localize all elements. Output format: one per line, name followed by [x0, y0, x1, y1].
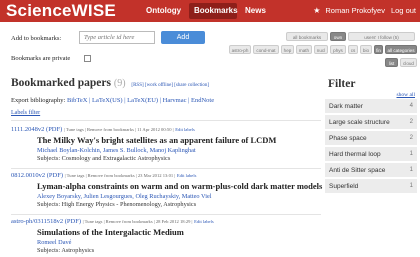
paper-authors[interactable]: Michael Boylan-Kolchin, James S. Bullock…	[37, 147, 321, 154]
private-checkbox[interactable]	[84, 55, 91, 62]
pill-bio[interactable]: bio	[360, 45, 372, 54]
bookmarked-papers-title: Bookmarked papers	[11, 77, 111, 89]
pill-cond-mat[interactable]: cond-mat	[253, 45, 279, 54]
article-id-input[interactable]	[79, 31, 155, 44]
add-button[interactable]: Add	[161, 31, 205, 44]
add-to-bookmarks-label: Add to bookmarks:	[11, 35, 62, 42]
export-row: Export bibliography: BibTeX | LaTeX(US) …	[11, 97, 214, 104]
divider	[11, 168, 321, 169]
private-label: Bookmarks are private	[11, 55, 71, 62]
paper-meta: 0812.0010v2 (PDF) | Tune tags | Remove f…	[11, 172, 321, 179]
brand-logo[interactable]: ScienceWISE	[6, 1, 116, 21]
paper-title: The Milky Way's bright satellites as an …	[37, 135, 277, 145]
filter-item-label: Anti de Sitter space	[329, 167, 386, 174]
paper-actions[interactable]: | Tune tags | Remove from bookmarks | 28…	[83, 219, 193, 224]
user-menu: ★ Roman Prokofyev Log out	[313, 6, 416, 15]
nav-ontology[interactable]: Ontology	[146, 6, 181, 15]
filter-item-hard-thermal-loop[interactable]: Hard thermal loop 1	[325, 147, 417, 162]
paper-entry: astro-ph/0311518v2 (PDF) | Tune tags | R…	[11, 218, 321, 254]
show-all-link[interactable]: show all	[397, 92, 416, 98]
paper-entry: 0812.0010v2 (PDF) | Tune tags | Remove f…	[11, 172, 323, 208]
paper-meta: 1111.2048v2 (PDF) | Tune tags | Remove f…	[11, 126, 321, 133]
paper-authors[interactable]: Alexey Boyarsky, Julien Lesgourgues, Ole…	[37, 193, 321, 200]
pdf-link[interactable]: (PDF)	[46, 126, 62, 133]
paper-subjects: Subjects: Astrophysics	[37, 247, 95, 254]
pill-phys[interactable]: phys	[330, 45, 346, 54]
filter-item-label: Dark matter	[329, 103, 363, 110]
pdf-link[interactable]: (PDF)	[47, 172, 63, 179]
paper-title: Lyman-alpha constraints on warm and on w…	[37, 181, 323, 191]
paper-id-link[interactable]: 1111.2048v2	[11, 126, 44, 133]
paper-id-link[interactable]: 0812.0010v2	[11, 172, 45, 179]
paper-id-link[interactable]: astro-ph/0311518v2	[11, 218, 63, 225]
pdf-link[interactable]: (PDF)	[65, 218, 81, 225]
nav-bookmarks[interactable]: Bookmarks	[194, 6, 238, 15]
pill-list-view[interactable]: list	[385, 58, 398, 67]
logout-link[interactable]: Log out	[391, 6, 416, 15]
filter-item-count: 1	[409, 151, 413, 157]
paper-entry: 1111.2048v2 (PDF) | Tune tags | Remove f…	[11, 126, 321, 162]
edit-labels-link[interactable]: Edit labels	[177, 173, 197, 178]
filter-item-count: 1	[409, 183, 413, 189]
paper-actions[interactable]: | Tune tags | Remove from bookmarks | 11…	[64, 127, 174, 132]
pill-all-categories[interactable]: all categories	[385, 45, 417, 54]
export-label: Export bibliography:	[11, 97, 66, 104]
paper-actions[interactable]: | Tune tags | Remove from bookmarks | 23…	[65, 173, 176, 178]
paper-meta: astro-ph/0311518v2 (PDF) | Tune tags | R…	[11, 218, 321, 225]
labels-filter-link[interactable]: Labels filter	[11, 110, 40, 116]
pill-all-bookmarks[interactable]: all bookmarks	[286, 32, 328, 41]
pill-astro-ph[interactable]: astro-ph	[229, 45, 251, 54]
filter-item-large-scale-structure[interactable]: Large scale structure 2	[325, 115, 417, 130]
pill-math[interactable]: math	[296, 45, 312, 54]
filter-title: Filter	[328, 78, 356, 90]
filter-item-label: Superfield	[329, 183, 359, 190]
filter-item-count: 1	[409, 167, 413, 173]
pill-cloud-view[interactable]: cloud	[400, 58, 417, 67]
star-icon: ★	[313, 6, 321, 15]
paper-title: Simulations of the Intergalactic Medium	[37, 227, 184, 237]
filter-item-count: 4	[409, 103, 413, 109]
nav-news[interactable]: News	[245, 6, 266, 15]
filter-item-anti-de-sitter-space[interactable]: Anti de Sitter space 1	[325, 163, 417, 178]
divider	[11, 214, 321, 215]
filter-item-label: Large scale structure	[329, 119, 390, 126]
divider	[11, 120, 321, 121]
filter-item-count: 2	[409, 135, 413, 141]
edit-labels-link[interactable]: Edit labels	[175, 127, 195, 132]
pill-fin[interactable]: fin	[374, 45, 383, 54]
paper-count: (9)	[113, 78, 126, 89]
paper-authors[interactable]: Romeel Davé	[37, 239, 321, 246]
filter-item-dark-matter[interactable]: Dark matter 4	[325, 99, 417, 114]
filter-item-label: Hard thermal loop	[329, 151, 381, 158]
filter-item-phase-space[interactable]: Phase space 2	[325, 131, 417, 146]
pill-nucl[interactable]: nucl	[314, 45, 328, 54]
pill-own[interactable]: own	[330, 32, 346, 41]
heading-links[interactable]: [RSS] [work offline] [share collection]	[131, 83, 209, 88]
pill-users-follow[interactable]: users' I follow (5)	[348, 32, 415, 41]
user-name[interactable]: Roman Prokofyev	[325, 6, 385, 15]
top-bar: ScienceWISE Ontology Bookmarks News ★ Rom…	[0, 0, 420, 22]
pill-cs[interactable]: cs	[348, 45, 358, 54]
page-title: Bookmarked papers (9) [RSS] [work offlin…	[11, 77, 209, 89]
export-links[interactable]: BibTeX | LaTeX(US) | LaTeX(EU) | Harvmac…	[67, 97, 214, 104]
pill-hep[interactable]: hep	[281, 45, 294, 54]
paper-subjects: Subjects: High Energy Physics - Phenomen…	[37, 201, 197, 208]
paper-subjects: Subjects: Cosmology and Extragalactic As…	[37, 155, 171, 162]
filter-item-superfield[interactable]: Superfield 1	[325, 179, 417, 194]
filter-item-count: 2	[409, 119, 413, 125]
filter-item-label: Phase space	[329, 135, 367, 142]
edit-labels-link[interactable]: Edit labels	[194, 219, 214, 224]
